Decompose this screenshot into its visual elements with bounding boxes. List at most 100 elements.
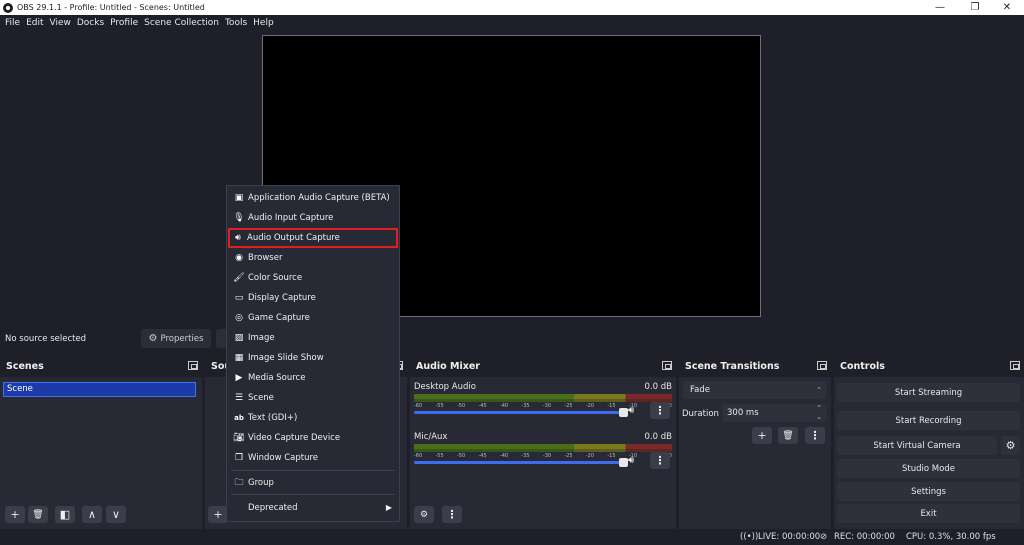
brush-icon: 🖌︎	[233, 272, 245, 283]
slider-handle[interactable]	[619, 408, 628, 417]
transition-value: Fade	[690, 385, 710, 395]
source-toolbar: No source selected ⚙ Properties	[0, 326, 1024, 351]
settings-button[interactable]: Settings	[837, 482, 1020, 501]
restore-button[interactable]: ❐	[960, 0, 990, 15]
channel-name: Desktop Audio	[414, 382, 476, 392]
spin-arrows-icon[interactable]: ⌃ ⌄	[816, 404, 822, 422]
start-virtual-camera-button[interactable]: Start Virtual Camera	[837, 436, 997, 455]
rec-icon: ⊘	[820, 532, 828, 542]
volume-slider[interactable]	[414, 408, 628, 417]
transition-menu-button[interactable]: ⋮	[805, 427, 825, 444]
audio-menu-button[interactable]: ⋮	[442, 506, 462, 523]
menu-edit[interactable]: Edit	[26, 18, 43, 28]
menu-item-image[interactable]: ▨ Image	[229, 328, 397, 347]
properties-button[interactable]: ⚙ Properties	[141, 329, 211, 348]
live-icon: ((•))	[740, 532, 759, 542]
speaker-icon: 🔊︎	[235, 233, 241, 243]
menu-item-deprecated[interactable]: Deprecated ▶	[229, 498, 397, 517]
channel-menu-button[interactable]: ⋮	[650, 452, 670, 469]
volume-meter-peak	[414, 399, 672, 402]
channel-menu-button[interactable]: ⋮	[650, 402, 670, 419]
duration-value: 300 ms	[727, 408, 759, 418]
menu-item-audio-input-capture[interactable]: 🎙︎ Audio Input Capture	[229, 208, 397, 227]
mixer-channel-desktop-audio: Desktop Audio 0.0 dB -60 -55 -50 -45 -40 -35-…	[414, 382, 672, 422]
menu-file[interactable]: File	[5, 18, 20, 28]
window-icon: ❐	[234, 452, 244, 463]
list-icon: ☰	[234, 392, 244, 403]
add-source-context-menu: ▣ Application Audio Capture (BETA) 🎙︎ Audi…	[226, 185, 400, 522]
undock-icon[interactable]	[817, 361, 827, 370]
scenes-dock: Scenes Scene + 🗑 ◧ ∧ ∨	[0, 355, 202, 529]
menu-item-video-capture-device[interactable]: 📷︎ Video Capture Device	[229, 428, 397, 447]
audio-settings-button[interactable]: ⚙	[414, 506, 434, 523]
menu-item-game-capture[interactable]: ◎ Game Capture	[229, 308, 397, 327]
menu-item-audio-output-capture[interactable]: 🔊︎ Audio Output Capture	[228, 228, 398, 248]
menu-item-group[interactable]: 🗀 Group	[229, 473, 397, 492]
submenu-arrow-icon: ▶	[385, 503, 392, 512]
undock-icon[interactable]	[1010, 361, 1020, 370]
slideshow-icon: ▦	[234, 352, 244, 363]
app-audio-icon: ▣	[234, 192, 244, 203]
controls-header: Controls	[834, 355, 1024, 377]
transition-select[interactable]: Fade ⌃	[683, 381, 826, 399]
scene-transitions-header: Scene Transitions	[679, 355, 831, 377]
start-streaming-button[interactable]: Start Streaming	[837, 383, 1020, 402]
menu-view[interactable]: View	[50, 18, 71, 28]
menu-item-text-gdi[interactable]: ab Text (GDI+)	[229, 408, 397, 427]
audio-mixer-header: Audio Mixer	[410, 355, 676, 377]
obs-logo-icon	[3, 2, 13, 13]
slider-handle[interactable]	[619, 458, 628, 467]
minimize-button[interactable]: —	[925, 0, 955, 15]
live-status: LIVE: 00:00:00	[758, 532, 821, 542]
virtual-camera-settings-button[interactable]: ⚙	[1001, 436, 1020, 455]
add-source-button[interactable]: +	[208, 506, 228, 523]
duration-field[interactable]: 300 ms ⌃ ⌄	[722, 404, 826, 422]
cpu-status: CPU: 0.3%, 30.00 fps	[906, 532, 996, 542]
menu-item-image-slide-show[interactable]: ▦ Image Slide Show	[229, 348, 397, 367]
start-recording-button[interactable]: Start Recording	[837, 411, 1020, 430]
undock-icon[interactable]	[662, 361, 672, 370]
remove-scene-button[interactable]: 🗑	[28, 506, 48, 523]
monitor-icon: ▭	[234, 292, 244, 303]
studio-mode-button[interactable]: Studio Mode	[837, 459, 1020, 478]
status-bar: ((•)) LIVE: 00:00:00 ⊘ REC: 00:00:00 CPU…	[0, 529, 1024, 545]
folder-icon: 🗀	[234, 477, 244, 488]
mixer-channel-mic-aux: Mic/Aux 0.0 dB -60 -55 -50 -45 -40 -35 -30 -25-…	[414, 432, 672, 472]
menu-help[interactable]: Help	[253, 18, 274, 28]
spin-arrows-icon: ⌃	[816, 386, 822, 394]
play-icon: ▶	[235, 372, 243, 383]
volume-slider[interactable]	[414, 458, 628, 467]
undock-icon[interactable]	[188, 361, 198, 370]
text-icon: ab	[234, 413, 244, 422]
menu-docks[interactable]: Docks	[77, 18, 104, 28]
add-transition-button[interactable]: +	[752, 427, 772, 444]
camera-icon: 📷︎	[233, 432, 245, 443]
speaker-icon[interactable]: 🔊︎	[628, 405, 634, 416]
move-scene-down-button[interactable]: ∨	[106, 506, 126, 523]
scene-list-item[interactable]: Scene	[3, 382, 196, 397]
exit-button[interactable]: Exit	[837, 504, 1020, 523]
menu-item-color-source[interactable]: 🖌︎ Color Source	[229, 268, 397, 287]
title-bar: OBS 29.1.1 - Profile: Untitled - Scenes:…	[0, 0, 1024, 15]
menu-item-window-capture[interactable]: ❐ Window Capture	[229, 448, 397, 467]
close-button[interactable]: ✕	[992, 0, 1022, 15]
remove-transition-button[interactable]: 🗑	[778, 427, 798, 444]
menu-scene-collection[interactable]: Scene Collection	[144, 18, 219, 28]
scene-filters-button[interactable]: ◧	[55, 506, 75, 523]
add-scene-button[interactable]: +	[5, 506, 25, 523]
menu-item-scene[interactable]: ☰ Scene	[229, 388, 397, 407]
speaker-icon[interactable]: 🔊︎	[628, 455, 634, 466]
menu-item-media-source[interactable]: ▶ Media Source	[229, 368, 397, 387]
gear-icon: ⚙	[1005, 439, 1016, 452]
menu-separator	[231, 494, 395, 495]
menu-item-application-audio-capture[interactable]: ▣ Application Audio Capture (BETA)	[229, 188, 397, 207]
move-scene-up-button[interactable]: ∧	[82, 506, 102, 523]
menu-item-display-capture[interactable]: ▭ Display Capture	[229, 288, 397, 307]
rec-status: REC: 00:00:00	[834, 532, 895, 542]
menu-tools[interactable]: Tools	[225, 18, 247, 28]
channel-db: 0.0 dB	[644, 382, 672, 392]
menu-item-browser[interactable]: ◉ Browser	[229, 248, 397, 267]
image-icon: ▨	[234, 332, 244, 343]
menu-profile[interactable]: Profile	[110, 18, 138, 28]
no-source-label: No source selected	[5, 334, 87, 344]
